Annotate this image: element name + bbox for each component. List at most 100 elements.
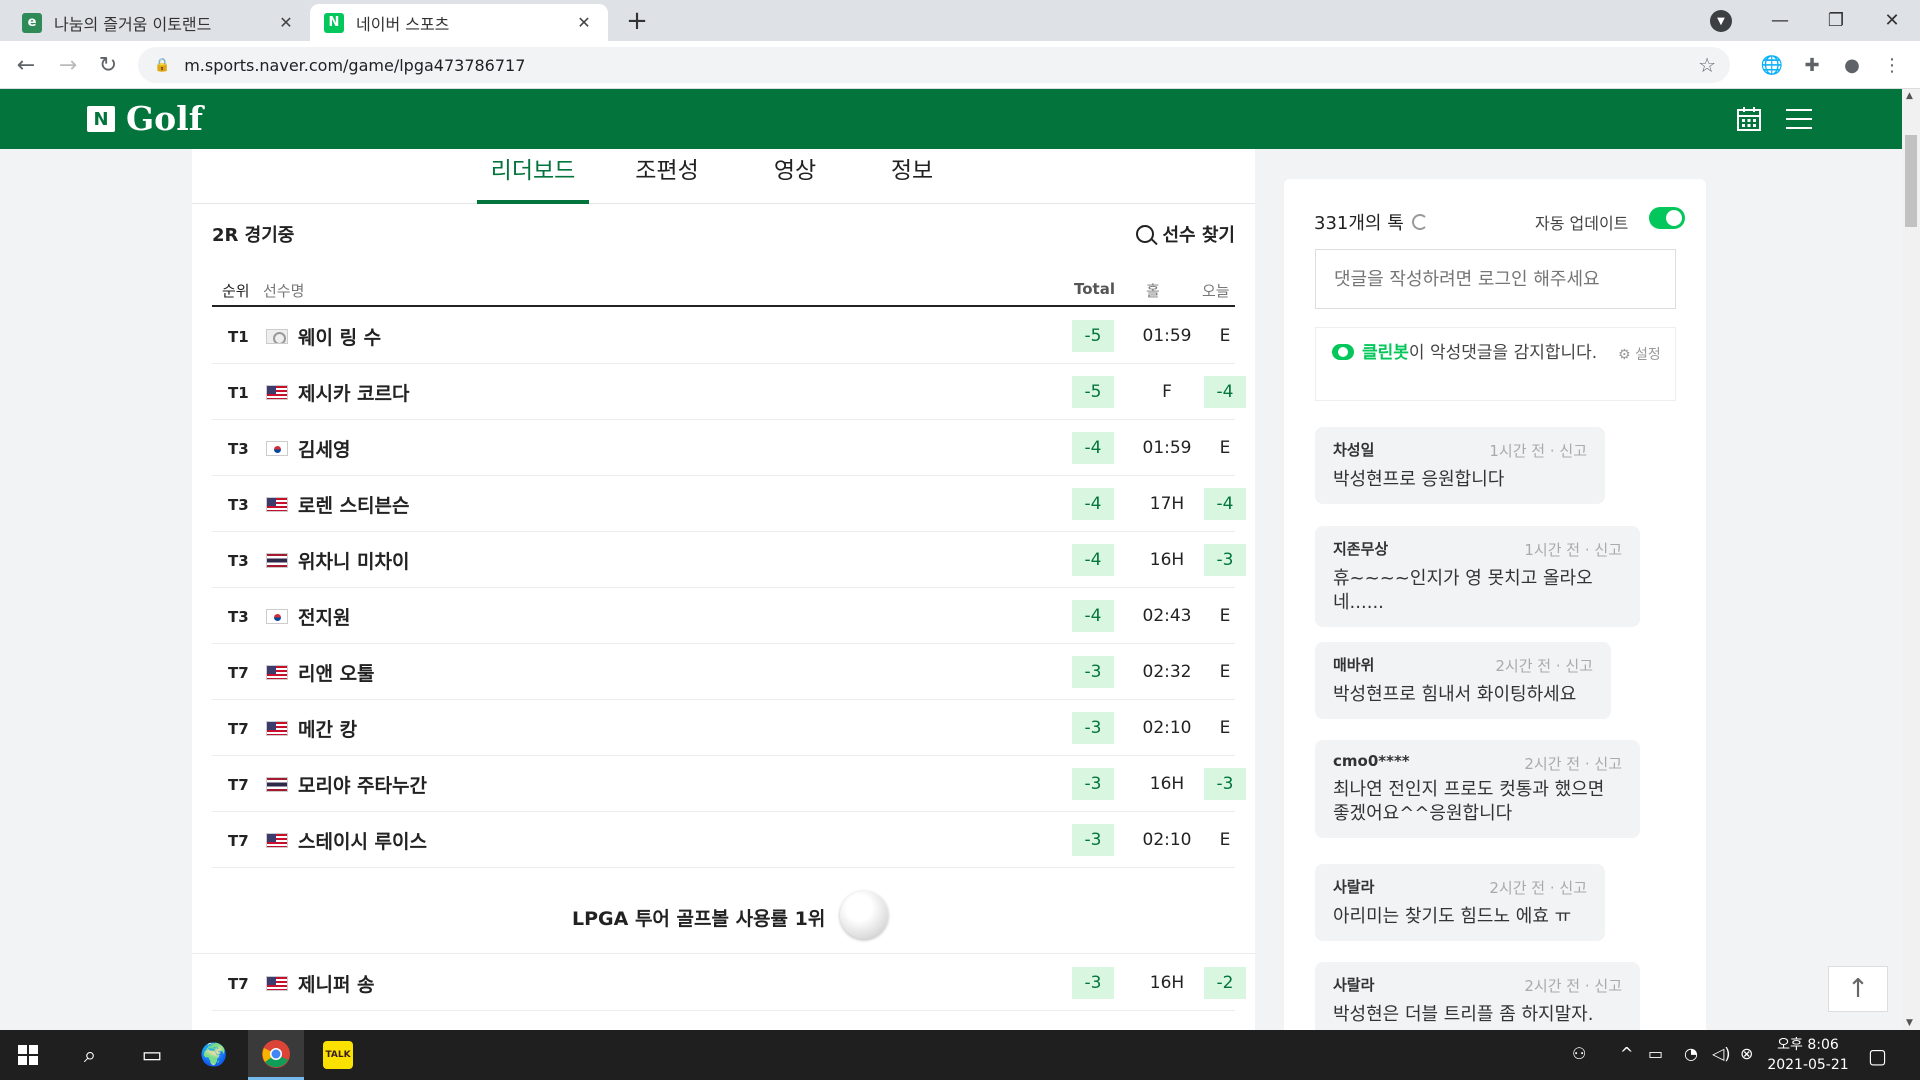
back-icon[interactable]: ← (10, 49, 42, 81)
comment-meta[interactable]: 2시간 전 · 신고 (1489, 877, 1587, 898)
bookmark-star-icon[interactable]: ☆ (1698, 53, 1716, 77)
window-close-icon[interactable]: ✕ (1864, 0, 1920, 41)
address-bar[interactable]: 🔒 m.sports.naver.com/game/lpga473786717 … (138, 47, 1730, 83)
player-name[interactable]: 김세영 (298, 435, 350, 462)
golf-ball-ad-banner[interactable]: LPGA 투어 골프볼 사용률 1위 (192, 876, 1255, 954)
naver-logo-icon[interactable]: N (87, 106, 115, 132)
forward-icon[interactable]: → (52, 49, 84, 81)
player-name[interactable]: 전지원 (298, 603, 350, 630)
restore-icon[interactable]: ❐ (1808, 0, 1864, 41)
comment-meta[interactable]: 2시간 전 · 신고 (1524, 975, 1622, 996)
battery-icon[interactable]: ▭ (1648, 1044, 1663, 1063)
player-name[interactable]: 제시카 코르다 (298, 379, 410, 406)
auto-update-toggle[interactable] (1649, 207, 1685, 229)
player-name[interactable]: 웨이 링 수 (298, 323, 381, 350)
scroll-up-arrow-icon[interactable]: ▲ (1906, 91, 1913, 101)
scroll-down-arrow-icon[interactable]: ▼ (1906, 1018, 1913, 1028)
browser-menu-icon[interactable]: ⋮ (1880, 53, 1904, 77)
leaderboard-row[interactable]: T3 김세영 -4 01:59 E (212, 420, 1235, 476)
total-score: -4 (1072, 432, 1114, 464)
volume-icon[interactable]: ◁) (1712, 1044, 1731, 1063)
extension-globe-icon[interactable]: 🌐 (1760, 53, 1784, 77)
golf-logo[interactable]: Golf (126, 99, 203, 138)
comment-meta[interactable]: 1시간 전 · 신고 (1524, 539, 1622, 560)
scroll-to-top-button[interactable]: ↑ (1828, 966, 1888, 1012)
globe-app-icon[interactable]: 🌍 (186, 1030, 242, 1080)
chrome-icon[interactable] (248, 1030, 304, 1080)
total-score: -3 (1072, 967, 1114, 999)
browser-tab-etoland[interactable]: e 나눔의 즐거움 이토랜드 ✕ (8, 4, 310, 41)
leaderboard-row[interactable]: T1 웨이 링 수 -5 01:59 E (212, 308, 1235, 364)
player-search-button[interactable]: 선수 찾기 (1136, 221, 1235, 247)
scrollbar-thumb[interactable] (1905, 135, 1917, 227)
leaderboard-row[interactable]: T7 제니퍼 송 -3 16H -2 (212, 955, 1246, 1011)
total-score: -5 (1072, 320, 1114, 352)
comment-input[interactable] (1315, 249, 1676, 309)
ime-close-icon[interactable]: ⊗ (1740, 1044, 1753, 1063)
player-name[interactable]: 리앤 오툴 (298, 659, 375, 686)
refresh-icon[interactable] (1411, 214, 1428, 230)
clock-time: 오후 8:06 (1777, 1037, 1839, 1053)
rank: T7 (228, 776, 249, 794)
comment-meta[interactable]: 1시간 전 · 신고 (1489, 440, 1587, 461)
calendar-icon[interactable] (1733, 103, 1765, 135)
leaderboard-row[interactable]: T7 메간 캉 -3 02:10 E (212, 700, 1235, 756)
comment-text: 휴~~~~인지가 영 못치고 올라오네...... (1333, 568, 1593, 613)
comment-meta[interactable]: 2시간 전 · 신고 (1524, 753, 1622, 774)
kakaotalk-icon[interactable]: TALK (310, 1030, 366, 1080)
hole-status: 02:43 (1142, 606, 1192, 626)
today-score: -3 (1204, 768, 1246, 800)
tab-search-icon[interactable]: ▼ (1710, 10, 1732, 32)
tab-close-icon[interactable]: ✕ (276, 13, 296, 32)
cleanbot-setting-button[interactable]: ⚙ 설정 (1618, 344, 1661, 364)
tab-info[interactable]: 정보 (877, 149, 947, 204)
hole-status: 16H (1149, 550, 1185, 570)
leaderboard-row[interactable]: T7 리앤 오툴 -3 02:32 E (212, 644, 1235, 700)
search-icon[interactable]: ⌕ (62, 1030, 118, 1080)
col-rank-sort[interactable]: 순위 (222, 280, 250, 301)
comment-text: 아리미는 찾기도 힘드노 에효 ㅠ (1333, 906, 1572, 927)
extensions-puzzle-icon[interactable]: ✚ (1800, 53, 1824, 77)
rank: T3 (228, 496, 249, 514)
col-name: 선수명 (263, 282, 305, 300)
rank: T1 (228, 328, 249, 346)
total-score: -4 (1072, 600, 1114, 632)
player-name[interactable]: 모리야 주타누간 (298, 771, 427, 798)
today-score: E (1219, 326, 1231, 346)
col-today: 오늘 (1202, 282, 1230, 300)
player-name[interactable]: 제니퍼 송 (298, 970, 375, 997)
leaderboard-row[interactable]: T1 제시카 코르다 -5 F -4 (212, 364, 1246, 420)
player-name[interactable]: 메간 캉 (298, 715, 357, 742)
leaderboard-row[interactable]: T7 모리야 주타누간 -3 16H -3 (212, 756, 1246, 812)
player-name[interactable]: 로렌 스티븐슨 (298, 491, 410, 518)
tab-groups[interactable]: 조편성 (622, 149, 712, 204)
tray-chevron-up-icon[interactable]: ^ (1620, 1044, 1633, 1063)
browser-tab-naver-sports[interactable]: N 네이버 스포츠 ✕ (310, 4, 608, 41)
leaderboard-row[interactable]: T7 스테이시 루이스 -3 02:10 E (212, 812, 1235, 868)
leaderboard-row[interactable]: T3 위차니 미차이 -4 16H -3 (212, 532, 1246, 588)
comment-meta[interactable]: 2시간 전 · 신고 (1495, 655, 1593, 676)
reload-icon[interactable]: ↻ (92, 49, 124, 81)
people-icon[interactable]: ⚇ (1572, 1044, 1586, 1063)
player-name[interactable]: 스테이시 루이스 (298, 827, 427, 854)
windows-start-icon[interactable] (0, 1030, 56, 1080)
wifi-icon[interactable]: ◔ (1684, 1044, 1698, 1063)
today-score: -3 (1204, 544, 1246, 576)
player-name[interactable]: 위차니 미차이 (298, 547, 410, 574)
minimize-icon[interactable]: — (1752, 0, 1808, 41)
task-view-icon[interactable]: ▭ (124, 1030, 180, 1080)
notification-icon[interactable]: ▢ (1868, 1044, 1887, 1068)
leaderboard-row[interactable]: T3 로렌 스티븐슨 -4 17H -4 (212, 476, 1246, 532)
cleanbot-desc: 이 악성댓글을 감지합니다. (1408, 343, 1598, 363)
tab-close-icon[interactable]: ✕ (574, 13, 594, 32)
total-score: -3 (1072, 824, 1114, 856)
system-clock[interactable]: 오후 8:06 2021-05-21 (1758, 1035, 1858, 1075)
new-tab-icon[interactable]: + (622, 6, 652, 36)
tab-video[interactable]: 영상 (760, 149, 830, 204)
leaderboard-row[interactable]: T3 전지원 -4 02:43 E (212, 588, 1235, 644)
page-scrollbar[interactable]: ▲ ▼ (1902, 89, 1920, 1030)
profile-avatar-icon[interactable]: ● (1840, 53, 1864, 77)
tab-leaderboard[interactable]: 리더보드 (477, 149, 589, 204)
total-score: -5 (1072, 376, 1114, 408)
hamburger-menu-icon[interactable] (1783, 103, 1815, 135)
